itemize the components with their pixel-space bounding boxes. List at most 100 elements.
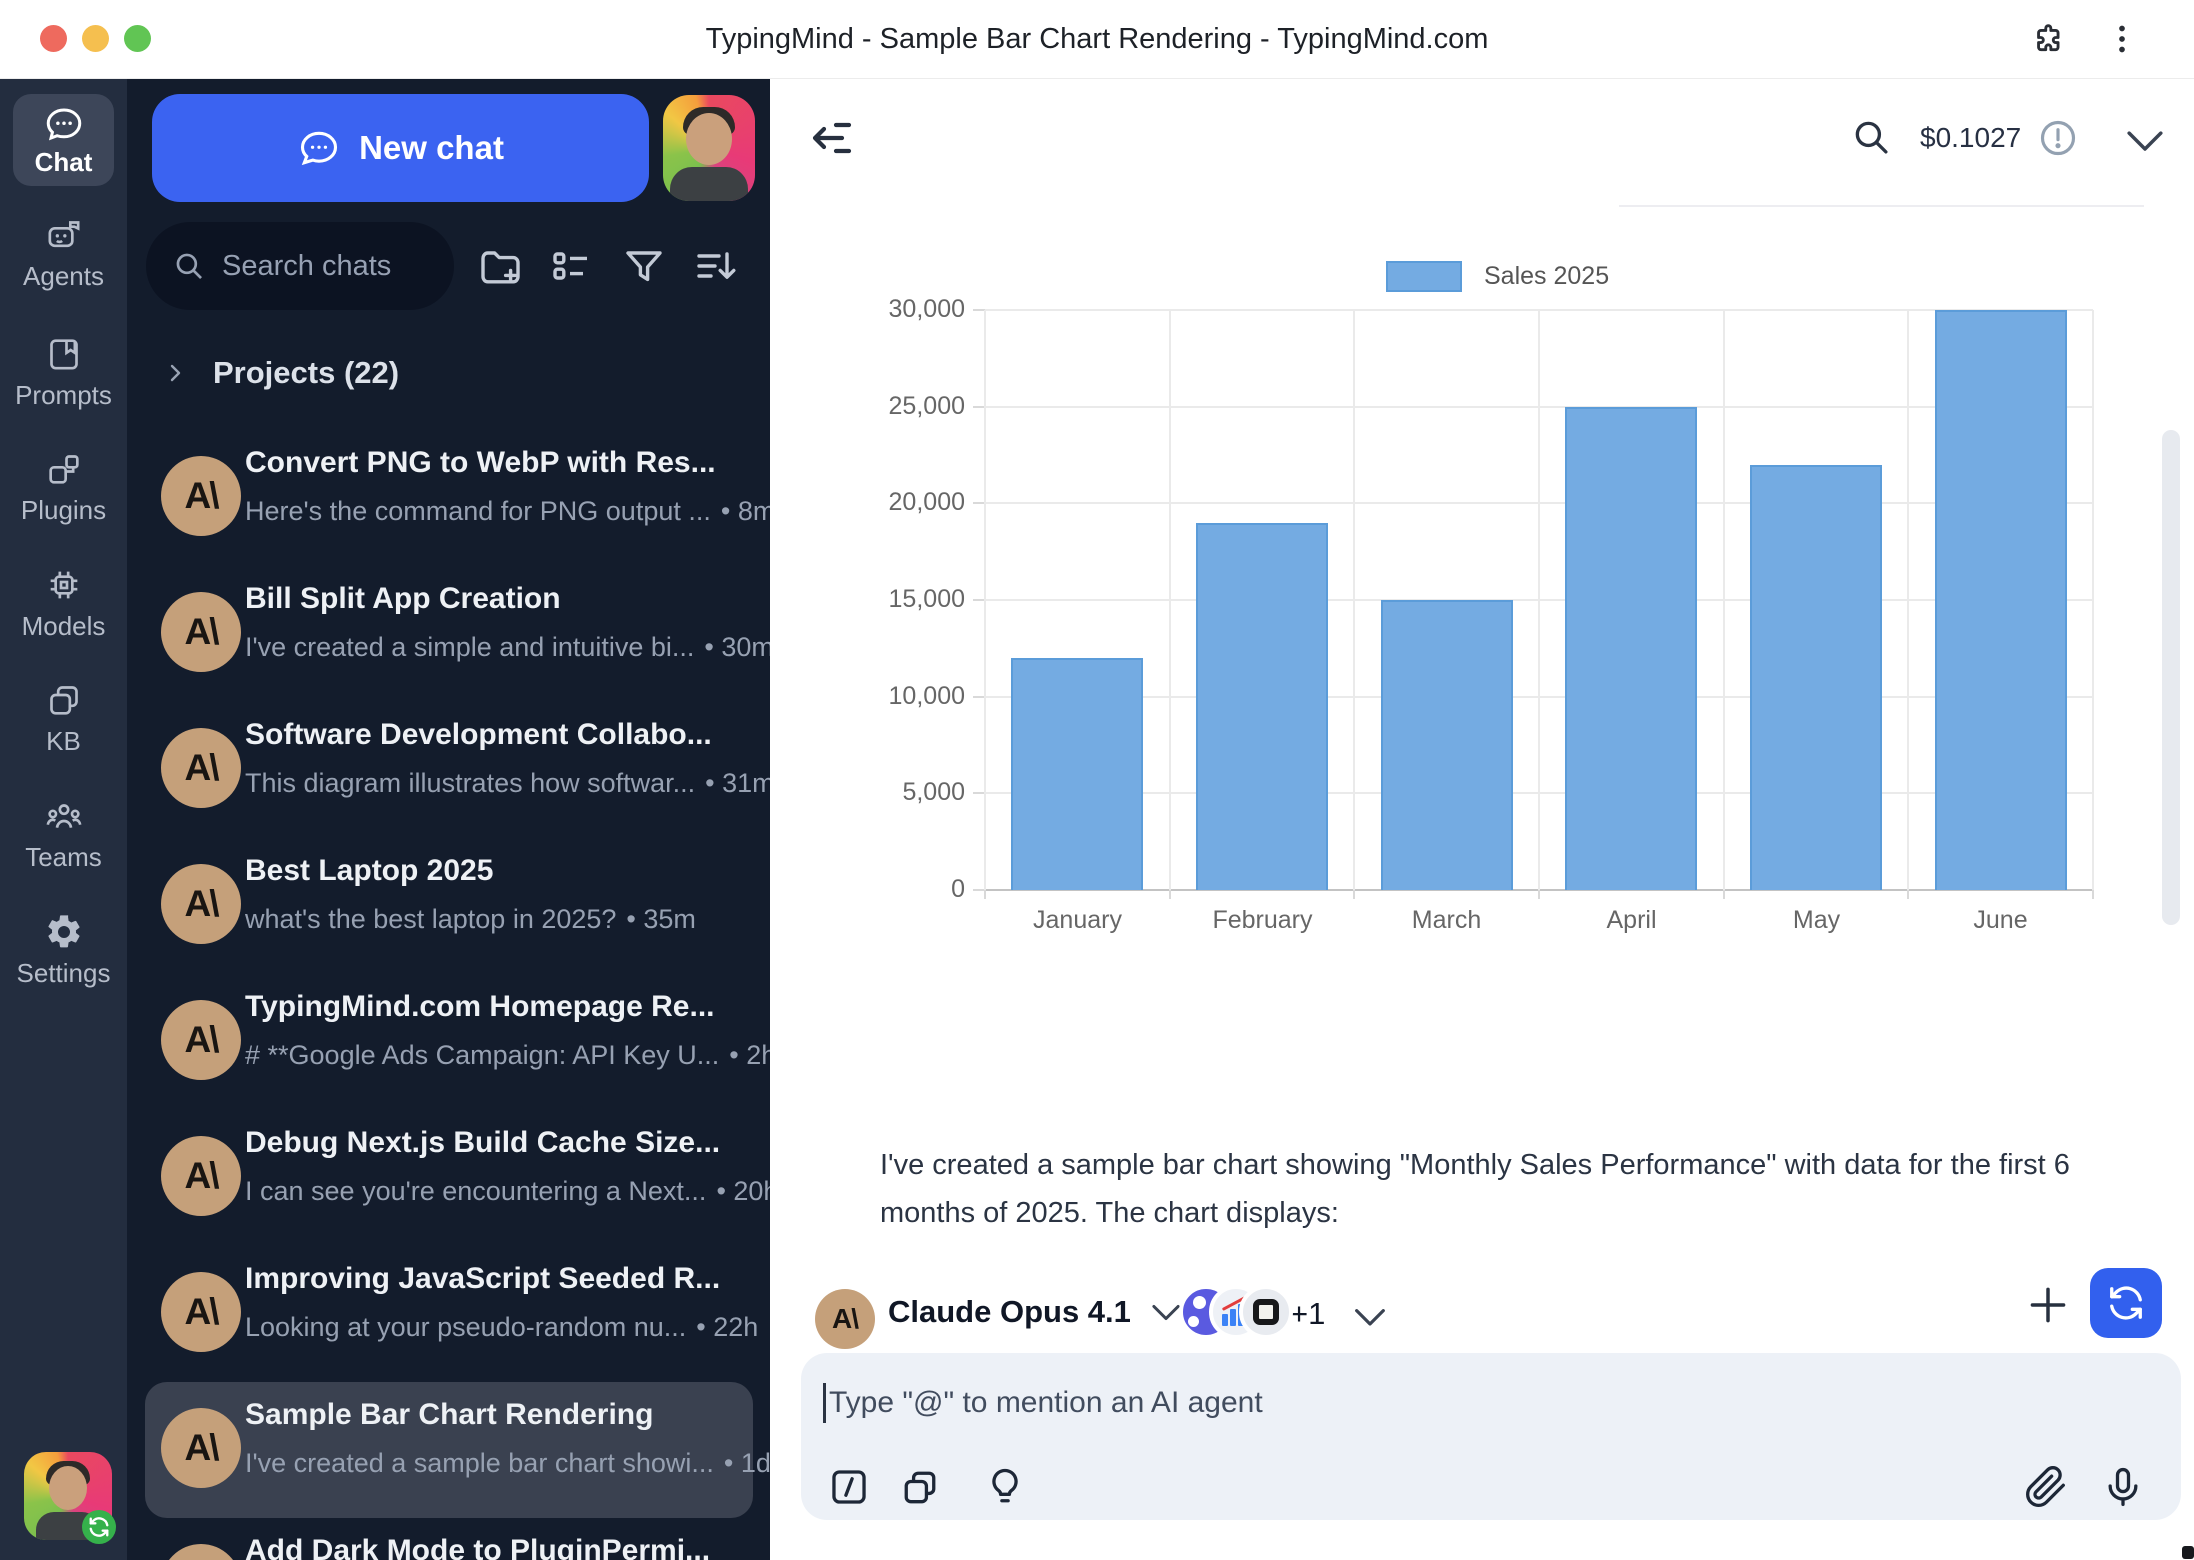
maximize-window-button[interactable] (124, 25, 151, 52)
claude-avatar: A\ (161, 864, 241, 944)
user-account-avatar[interactable] (24, 1452, 112, 1540)
chat-preview: I can see you're encountering a Next...•… (245, 1176, 770, 1207)
gridline-vertical (1723, 310, 1725, 890)
bar-march (1381, 600, 1513, 890)
chat-preview: This diagram illustrates how softwar...•… (245, 768, 770, 799)
sidebar-item-agents[interactable]: Agents (0, 215, 127, 292)
render-plugin-icon (1239, 1285, 1293, 1339)
workspace-avatar[interactable] (663, 95, 755, 201)
chat-title: Improving JavaScript Seeded R... (245, 1262, 720, 1296)
collapse-sidebar-icon[interactable] (808, 114, 856, 162)
list-view-icon[interactable] (547, 242, 595, 290)
chat-list-item[interactable]: A\ Convert PNG to WebP with Res... Here'… (145, 430, 753, 566)
chat-time: • 31m (705, 768, 770, 798)
add-attachment-plus-icon[interactable] (2026, 1283, 2070, 1327)
scroll-down-chevron-icon[interactable] (2126, 130, 2164, 150)
legend-label: Sales 2025 (1484, 262, 1609, 291)
projects-collapsible-header[interactable]: Projects (22) (163, 345, 399, 401)
chat-bubble-icon (43, 103, 85, 145)
enabled-plugins-selector[interactable] (1179, 1285, 1293, 1339)
assistant-message-text: I've created a sample bar chart showing … (880, 1141, 2125, 1237)
message-input[interactable]: Type "@" to mention an AI agent (801, 1353, 2181, 1520)
sidebar-item-chat[interactable]: Chat (13, 94, 114, 186)
y-tick-label: 30,000 (815, 295, 965, 324)
sidebar-item-plugins[interactable]: Plugins (0, 449, 127, 526)
gridline-vertical (1907, 310, 1909, 890)
vertical-scrollbar-thumb[interactable] (2162, 430, 2180, 925)
chat-time: • 30m (704, 632, 770, 662)
sidebar-item-prompts[interactable]: Prompts (0, 334, 127, 411)
search-chats-input[interactable]: Search chats (146, 222, 454, 310)
chat-title: Convert PNG to WebP with Res... (245, 446, 716, 480)
cost-warning-icon[interactable] (2038, 118, 2078, 158)
model-selector[interactable]: Claude Opus 4.1 (888, 1294, 1181, 1330)
chart-legend[interactable]: Sales 2025 (1386, 261, 1609, 292)
model-name-label: Claude Opus 4.1 (888, 1294, 1131, 1330)
y-tick-label: 10,000 (815, 682, 965, 711)
claude-avatar: A\ (161, 1136, 241, 1216)
sidebar-item-settings[interactable]: Settings (0, 912, 127, 989)
chat-list-item[interactable]: A\ Best Laptop 2025 what's the best lapt… (145, 838, 753, 974)
chat-preview: I've created a simple and intuitive bi..… (245, 632, 770, 663)
claude-avatar: A\ (161, 456, 241, 536)
x-category-label: May (1724, 906, 1909, 935)
chat-time: • 1d (724, 1448, 770, 1478)
minimize-window-button[interactable] (82, 25, 109, 52)
chat-list-item[interactable]: A\ Software Development Collabo... This … (145, 702, 753, 838)
legend-swatch (1386, 261, 1462, 292)
gridline-vertical (2092, 310, 2094, 890)
kb-pages-icon[interactable] (898, 1465, 942, 1509)
new-folder-icon[interactable] (476, 242, 524, 290)
window-title: TypingMind - Sample Bar Chart Rendering … (300, 23, 1894, 56)
prompt-library-icon[interactable] (827, 1465, 871, 1509)
chevron-down-icon[interactable] (1354, 1308, 1386, 1325)
chat-title: Bill Split App Creation (245, 582, 561, 616)
chevron-right-icon (163, 361, 187, 385)
sidebar-item-models[interactable]: Models (0, 565, 127, 642)
gear-icon (44, 912, 84, 952)
claude-avatar: A\ (161, 592, 241, 672)
gridline-vertical (1538, 310, 1540, 890)
lightbulb-icon[interactable] (983, 1465, 1027, 1509)
new-chat-bubble-icon (297, 126, 341, 170)
browser-kebab-menu-icon[interactable] (2104, 21, 2140, 57)
scrollbar-corner-mark (2182, 1546, 2194, 1559)
claude-avatar: A\ (161, 1544, 241, 1560)
chat-list-item[interactable]: A\ Add Dark Mode to PluginPermi... (145, 1518, 753, 1560)
chat-list-item[interactable]: A\ Improving JavaScript Seeded R... Look… (145, 1246, 753, 1382)
search-conversation-icon[interactable] (1850, 116, 1892, 158)
sidebar-item-label: Agents (23, 261, 104, 292)
bar-february (1196, 523, 1328, 890)
chat-preview: Looking at your pseudo-random nu...• 22h (245, 1312, 758, 1343)
chat-list-item[interactable]: A\ TypingMind.com Homepage Re... # **Goo… (145, 974, 753, 1110)
microphone-icon[interactable] (2101, 1465, 2145, 1509)
paperclip-icon[interactable] (2024, 1465, 2068, 1509)
chat-preview: what's the best laptop in 2025?• 35m (245, 904, 696, 935)
x-tick-mark (1353, 890, 1355, 899)
claude-avatar: A\ (161, 1408, 241, 1488)
sidebar-item-teams[interactable]: Teams (0, 796, 127, 873)
nav-rail: Chat Agents Prompts (0, 78, 127, 1560)
more-plugins-count[interactable]: +1 (1290, 1296, 1325, 1332)
chat-list-item-selected[interactable]: A\ Sample Bar Chart Rendering I've creat… (145, 1382, 753, 1518)
claude-avatar: A\ (161, 728, 241, 808)
chat-list-item[interactable]: A\ Bill Split App Creation I've created … (145, 566, 753, 702)
chat-title: Software Development Collabo... (245, 718, 712, 752)
x-category-label: January (985, 906, 1170, 935)
extensions-puzzle-icon[interactable] (2030, 21, 2066, 57)
sort-icon[interactable] (691, 242, 739, 290)
regenerate-button[interactable] (2090, 1268, 2162, 1338)
usage-cost-label[interactable]: $0.1027 (1920, 122, 2021, 154)
close-window-button[interactable] (40, 25, 67, 52)
x-category-label: February (1170, 906, 1355, 935)
chat-title: Add Dark Mode to PluginPermi... (245, 1534, 710, 1560)
chat-time: • 2h (729, 1040, 770, 1070)
plugin-blocks-icon (44, 449, 84, 489)
sidebar-item-kb[interactable]: KB (0, 680, 127, 757)
filter-funnel-icon[interactable] (620, 242, 668, 290)
chat-title: TypingMind.com Homepage Re... (245, 990, 714, 1024)
x-tick-mark (984, 890, 986, 899)
new-chat-button[interactable]: New chat (152, 94, 649, 202)
x-category-label: June (1908, 906, 2093, 935)
chat-list-item[interactable]: A\ Debug Next.js Build Cache Size... I c… (145, 1110, 753, 1246)
